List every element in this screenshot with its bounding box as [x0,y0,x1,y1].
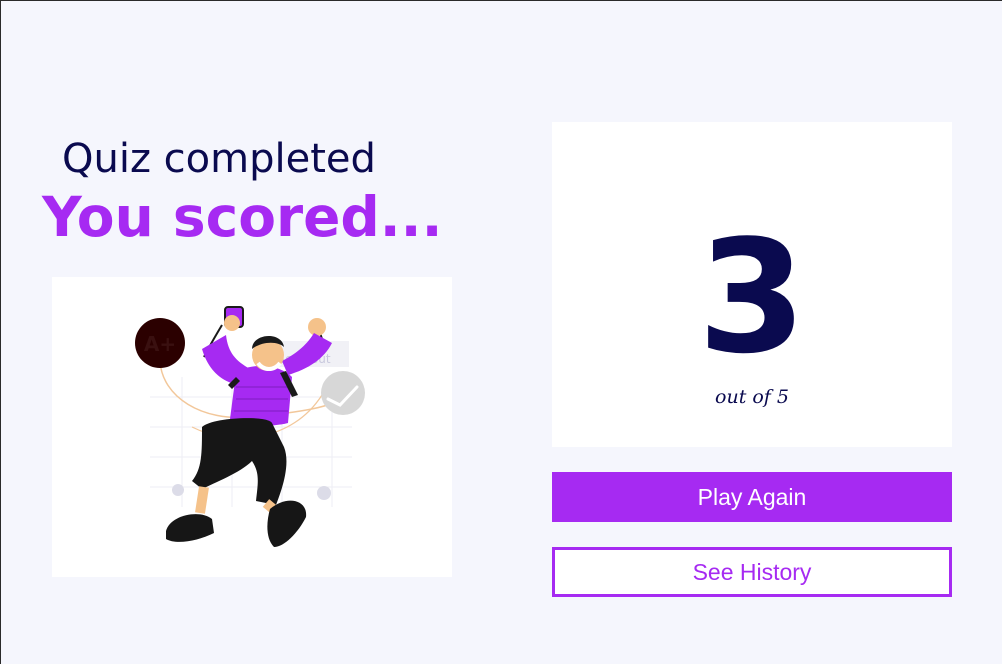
decor-dot-2 [317,486,331,500]
window-top-border [0,0,1002,1]
celebration-illustration-svg: A+ Scoreout [135,306,365,547]
see-history-button[interactable]: See History [552,547,952,597]
grade-badge-text: A+ [144,332,176,356]
check-badge-icon [321,371,365,415]
page-title: Quiz completed [62,135,376,182]
celebration-illustration: A+ Scoreout [52,277,452,577]
play-again-button[interactable]: Play Again [552,472,952,522]
score-value: 3 [697,206,807,388]
score-card: 3 out of 5 [552,122,952,447]
decor-dot [172,484,184,496]
window-left-border [0,0,1,664]
score-heading: You scored... [42,185,443,249]
score-total: out of 5 [715,386,789,408]
